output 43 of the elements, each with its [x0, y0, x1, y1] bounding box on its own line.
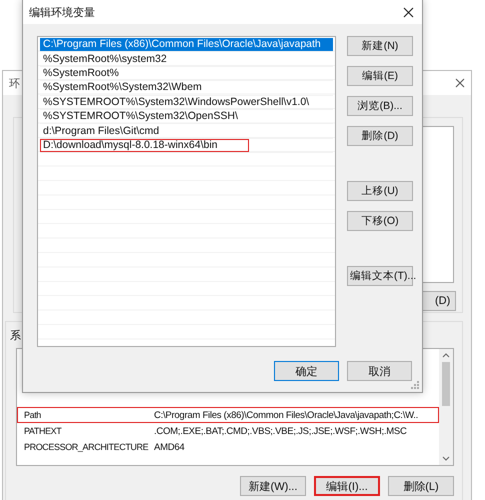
path-text: D:\download\mysql-8.0.18-winx64\bin — [40, 138, 249, 152]
list-item[interactable]: %SystemRoot% — [40, 66, 333, 82]
group-label: 系 — [10, 328, 22, 342]
close-button[interactable] — [455, 78, 465, 88]
list-item[interactable]: %SYSTEMROOT%\System32\OpenSSH\ — [40, 110, 333, 124]
table-row[interactable]: PROCESSOR_ARCHITECTURE AMD64 — [17, 439, 439, 455]
dialog-button[interactable]: 新建(N) — [347, 36, 413, 56]
table-row[interactable]: PATHEXT .COM;.EXE;.BAT;.CMD;.VBS;.VBE;.JS;.JSE;.WSF;.WSH;.MSC — [17, 423, 439, 439]
cancel-button[interactable]: 取消 — [347, 361, 412, 381]
dialog-button[interactable]: 新建(W)... — [240, 476, 306, 496]
table-cell-text: PATHEXT — [23, 426, 62, 436]
path-text: %SystemRoot%\system32 — [42, 52, 168, 66]
dialog-button[interactable]: 下移(O) — [347, 211, 413, 231]
path-text: d:\Program Files\Git\cmd — [42, 124, 160, 138]
list-item[interactable]: d:\Program Files\Git\cmd — [40, 124, 333, 139]
scrollbar-thumb[interactable] — [442, 362, 450, 406]
dialog-button[interactable]: 浏览(B)... — [347, 96, 413, 116]
dialog-button[interactable]: 上移(U) — [347, 181, 413, 201]
close-icon — [403, 6, 414, 18]
close-button[interactable] — [403, 6, 414, 18]
table-row[interactable]: Path C:\Program Files (x86)\Common Files\Oracle\Java\javapath;C:\W.. — [17, 407, 439, 423]
dialog-button[interactable]: 编辑文本(T)... — [347, 266, 413, 286]
resize-grip-icon[interactable] — [411, 381, 419, 389]
ok-button[interactable]: 确定 — [274, 361, 339, 381]
table-cell-text: Path — [23, 410, 42, 420]
path-text: %SystemRoot%\System32\Wbem — [42, 81, 203, 94]
path-text: %SYSTEMROOT%\System32\OpenSSH\ — [42, 110, 239, 124]
table-cell: .COM;.EXE;.BAT;.CMD;.VBS;.VBE;.JS;.JSE;.WSF;.WSH;.MSC — [154, 426, 407, 436]
window-title: 编辑环境变量 — [29, 6, 95, 20]
window-title: 环 — [9, 76, 20, 90]
dialog-button[interactable]: 删除(L) — [388, 476, 454, 496]
close-icon — [455, 78, 465, 88]
list-item[interactable]: D:\download\mysql-8.0.18-winx64\bin — [40, 138, 333, 154]
path-text: %SystemRoot% — [42, 66, 120, 80]
table-cell: C:\Program Files (x86)\Common Files\Oracle\Java\javapath;C:\W.. — [154, 410, 418, 420]
dialog-button[interactable]: 编辑(I)... — [314, 476, 380, 496]
dialog-button[interactable]: 编辑(E) — [347, 66, 413, 86]
dialog-button[interactable]: 删除(D) — [347, 126, 413, 146]
list-item[interactable]: %SystemRoot%\System32\Wbem — [40, 81, 333, 96]
list-item[interactable]: %SystemRoot%\system32 — [40, 52, 333, 67]
table-cell: AMD64 — [154, 442, 184, 452]
table-cell-text: PROCESSOR_ARCHITECTURE — [23, 442, 150, 452]
scrollbar[interactable] — [439, 349, 453, 465]
